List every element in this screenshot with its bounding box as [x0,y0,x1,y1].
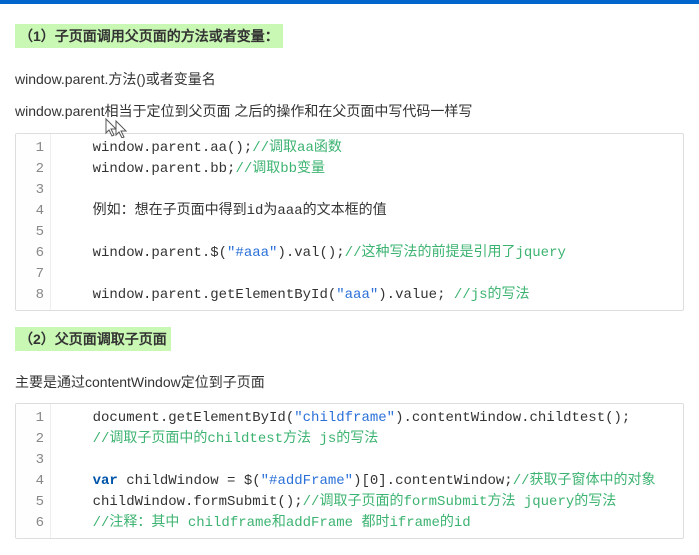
text-suffix: 相当于定位到父页面 之后的操作和在父页面中写代码一样写 [105,103,473,119]
code: ).contentWindow.childtest(); [395,410,630,426]
line-no: 1 [26,138,44,159]
string: "#aaa" [227,245,277,261]
line-no: 5 [26,222,44,243]
code: childWindow.formSubmit(); [59,494,303,510]
string: "aaa" [336,287,378,303]
section-1-line-1: window.parent.方法()或者变量名 [15,68,684,90]
code-text: window.parent.aa();//调取aa函数 window.paren… [51,134,683,310]
code: childWindow = $( [118,473,261,489]
indent [59,515,93,531]
string: "childframe" [294,410,395,426]
comment: //调取bb变量 [235,161,325,177]
code: 例如：想在子页面中得到id为aaa的文本框的值 [59,203,387,219]
code: ).value; [378,287,454,303]
keyword: var [93,473,118,489]
comment: //调取aa函数 [252,140,342,156]
code: ).val(); [277,245,344,261]
code: window.parent.aa(); [59,140,252,156]
text-prefix: window.parent [15,103,105,119]
line-no: 4 [26,471,44,492]
line-no: 2 [26,159,44,180]
line-no: 8 [26,285,44,306]
code-block-1: 1 2 3 4 5 6 7 8 window.parent.aa();//调取a… [15,133,684,311]
code-block-2: 1 2 3 4 5 6 document.getElementById("chi… [15,403,684,539]
line-no: 4 [26,201,44,222]
string: "#addFrame" [261,473,353,489]
comment: //注释：其中 childframe和addFrame 都时iframe的id [93,515,471,531]
line-no: 3 [26,180,44,201]
code: )[0].contentWindow; [353,473,513,489]
line-no: 2 [26,429,44,450]
indent [59,431,93,447]
line-no: 7 [26,264,44,285]
comment: //js的写法 [454,287,530,303]
code: window.parent.bb; [59,161,235,177]
document-body: （1）子页面调用父页面的方法或者变量： window.parent.方法()或者… [0,4,699,555]
line-no: 6 [26,513,44,534]
comment: //这种写法的前提是引用了jquery [345,245,566,261]
code-gutter: 1 2 3 4 5 6 7 8 [16,134,51,310]
line-no: 3 [26,450,44,471]
section-2-heading: （2）父页面调取子页面 [15,327,171,351]
section-2-line-1: 主要是通过contentWindow定位到子页面 [15,371,684,393]
line-no: 5 [26,492,44,513]
line-no: 6 [26,243,44,264]
code-gutter: 1 2 3 4 5 6 [16,404,51,538]
code-text: document.getElementById("childframe").co… [51,404,683,538]
comment: //调取子页面中的childtest方法 js的写法 [93,431,379,447]
code: window.parent.$( [59,245,227,261]
section-1-line-2: window.parent相当于定位到父页面 之后的操作和在父页面中写代码一样写 [15,100,684,122]
line-no: 1 [26,408,44,429]
comment: //获取子窗体中的对象 [513,473,656,489]
code: document.getElementById( [59,410,294,426]
code: window.parent.getElementById( [59,287,336,303]
section-1-heading: （1）子页面调用父页面的方法或者变量： [15,24,283,48]
comment: //调取子页面的formSubmit方法 jquery的写法 [303,494,617,510]
indent [59,473,93,489]
